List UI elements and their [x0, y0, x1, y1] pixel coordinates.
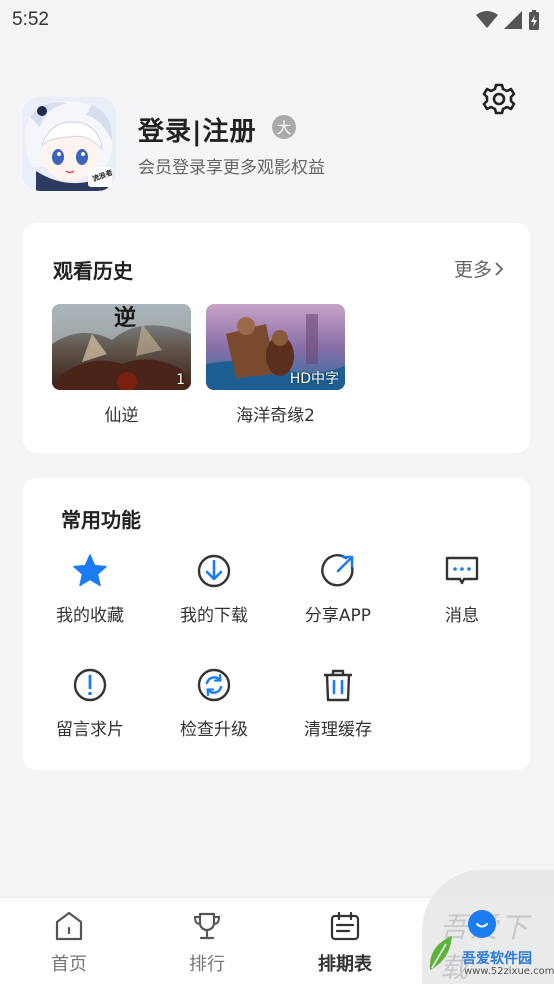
refresh-icon	[197, 668, 231, 702]
tab-ranking[interactable]: 排行	[138, 898, 276, 984]
tab-ranking-label: 排行	[189, 954, 225, 975]
status-bar: 5:52	[0, 0, 554, 40]
poster-title-text: 逆	[114, 306, 137, 331]
leaf-logo-icon	[429, 936, 452, 970]
check-update-button[interactable]: 检查升级	[152, 667, 276, 747]
history-title: 观看历史	[53, 259, 133, 283]
watermark-overlay: 吾爱下载 吾爱软件园 www.52zixue.com	[422, 870, 554, 984]
favorites-label: 我的收藏	[56, 606, 124, 626]
request-film-label: 留言求片	[56, 720, 124, 740]
login-register-link[interactable]: 登录|注册	[138, 111, 257, 148]
battery-icon	[529, 10, 539, 30]
request-film-button[interactable]: 留言求片	[28, 667, 152, 747]
message-icon	[445, 556, 479, 585]
history-more-link[interactable]: 更多	[454, 255, 504, 282]
watermark-url: www.52zixue.com	[464, 966, 554, 977]
trash-icon	[324, 669, 352, 702]
downloads-button[interactable]: 我的下载	[152, 553, 276, 633]
history-item-thumb[interactable]: HD中字	[206, 304, 345, 390]
clear-cache-button[interactable]: 清理缓存	[276, 667, 400, 747]
clear-cache-label: 清理缓存	[304, 720, 372, 740]
functions-card: 常用功能 我的收藏 我的下载 分享APP 消息 留言求片 检查升级 清理缓存	[23, 478, 530, 770]
episode-tag: 1	[176, 372, 185, 388]
share-app-label: 分享APP	[304, 606, 372, 626]
status-time: 5:52	[12, 9, 49, 30]
profile-header[interactable]: 流浪者 登录|注册 大 会员登录享更多观影权益	[22, 97, 522, 193]
home-icon	[55, 911, 83, 941]
avatar[interactable]: 流浪者	[22, 97, 116, 191]
more-label: 更多	[453, 259, 492, 281]
trophy-icon	[193, 912, 221, 940]
tab-home-label: 首页	[51, 954, 87, 975]
vip-badge-icon: 大	[272, 115, 296, 139]
tab-home[interactable]: 首页	[0, 898, 138, 984]
history-item-label[interactable]: 仙逆	[52, 401, 191, 426]
calendar-icon	[330, 911, 360, 941]
functions-title: 常用功能	[61, 508, 141, 532]
check-update-label: 检查升级	[180, 720, 248, 740]
share-app-button[interactable]: 分享APP	[276, 553, 400, 633]
user-icon	[468, 910, 496, 938]
quality-tag: HD中字	[289, 371, 339, 387]
messages-label: 消息	[445, 606, 479, 626]
tab-schedule-label: 排期表	[318, 954, 372, 975]
history-card: 观看历史 更多 逆 1 仙逆 HD中字 海洋奇缘2	[23, 223, 530, 453]
share-icon	[321, 554, 354, 587]
history-item-thumb[interactable]: 逆 1	[52, 304, 191, 390]
login-subtitle: 会员登录享更多观影权益	[138, 158, 325, 178]
downloads-label: 我的下载	[180, 606, 248, 626]
status-icons	[476, 10, 540, 30]
star-icon	[73, 554, 107, 587]
favorites-button[interactable]: 我的收藏	[28, 553, 152, 633]
history-item-label[interactable]: 海洋奇缘2	[206, 401, 345, 426]
chevron-right-icon	[495, 261, 504, 276]
signal-icon	[504, 11, 522, 29]
tab-schedule[interactable]: 排期表	[276, 898, 414, 984]
download-icon	[197, 554, 231, 588]
messages-button[interactable]: 消息	[400, 553, 524, 633]
wifi-icon	[476, 11, 498, 28]
watermark-site-name: 吾爱软件园	[462, 951, 532, 967]
exclamation-icon	[73, 668, 107, 702]
